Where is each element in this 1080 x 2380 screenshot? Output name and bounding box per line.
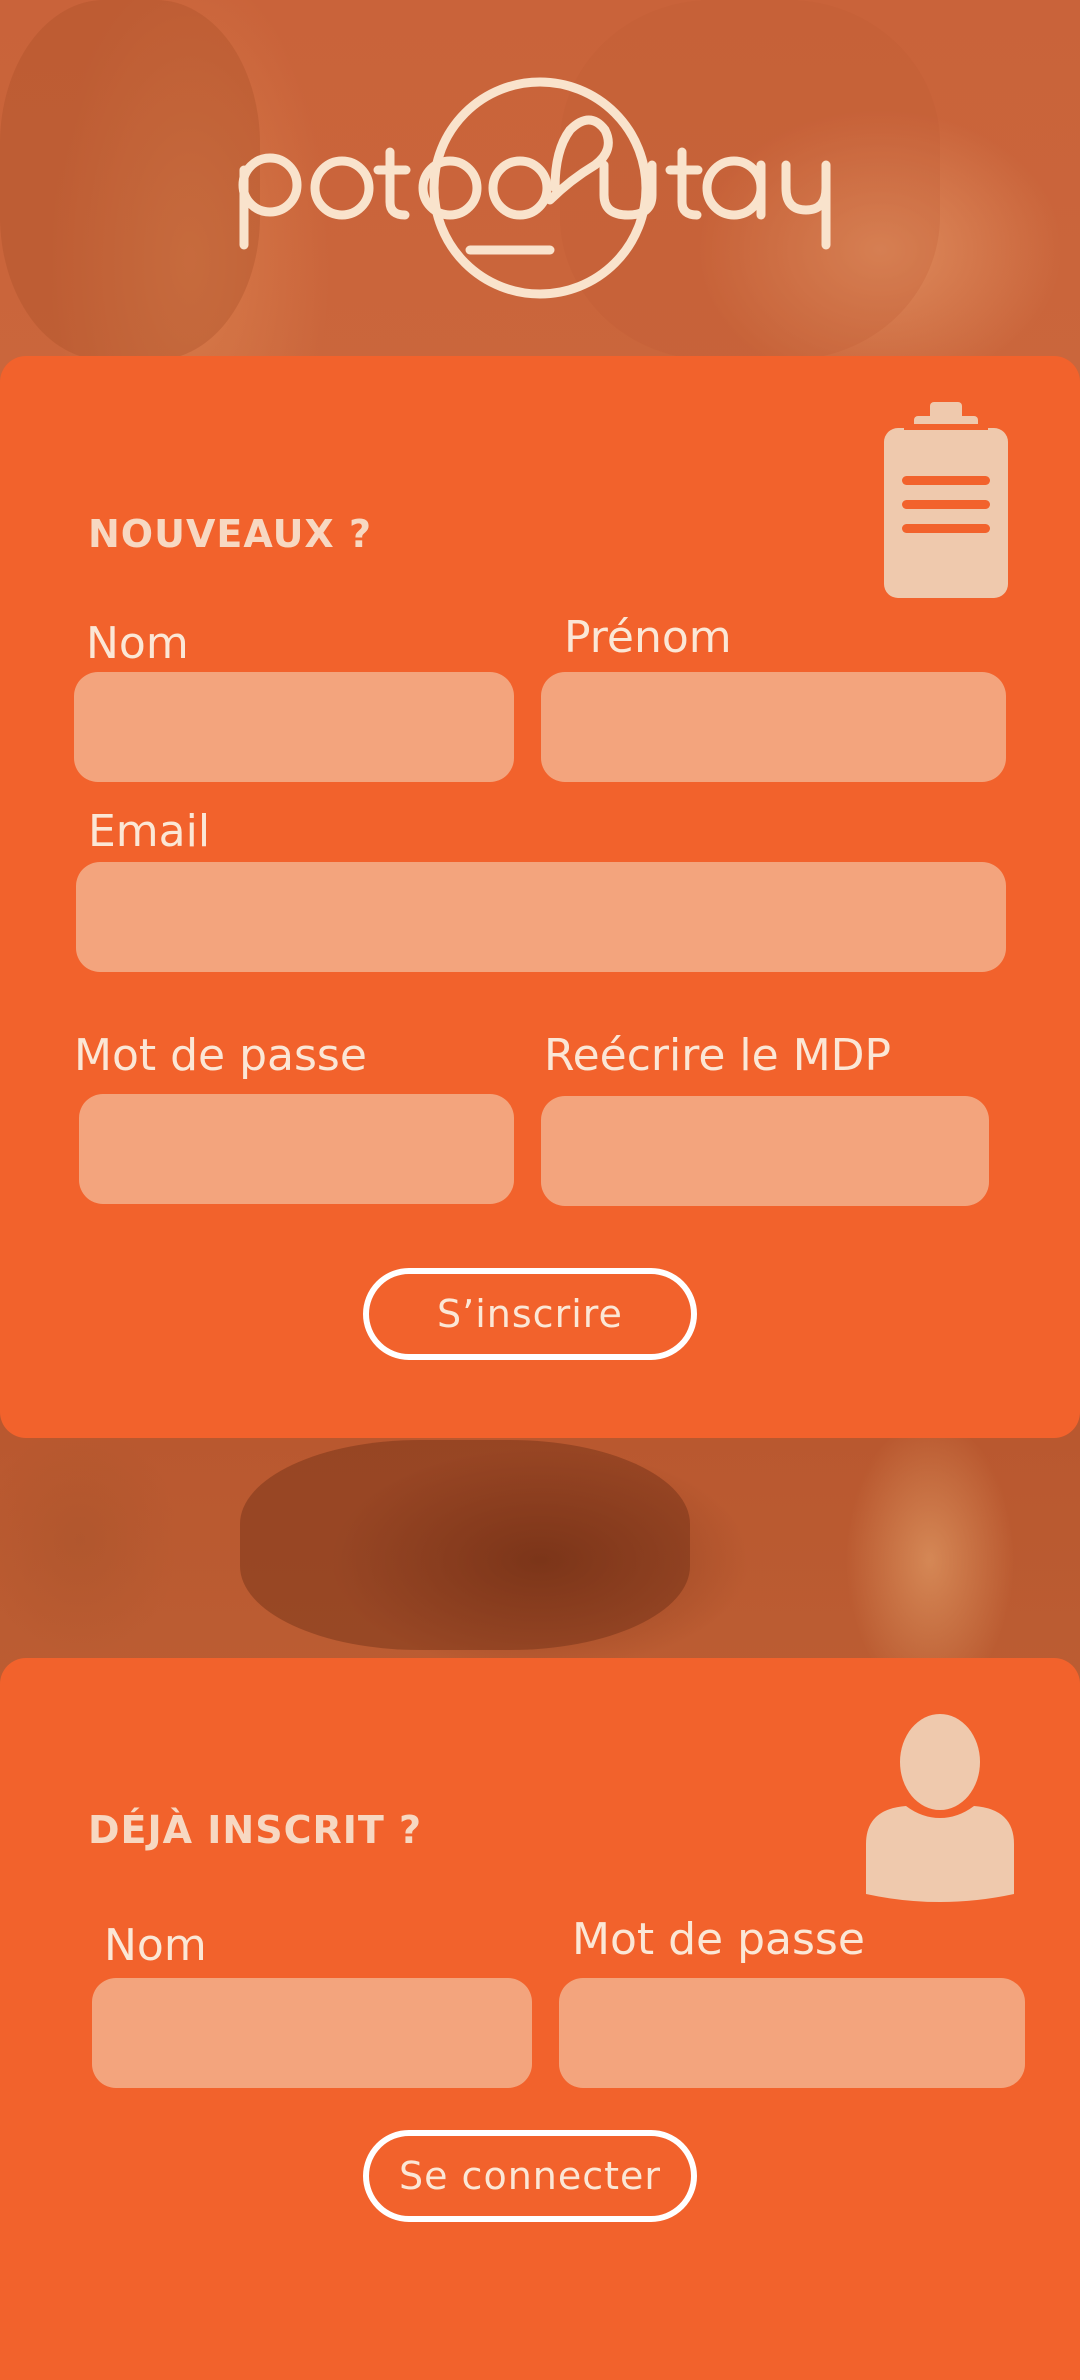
login-submit-button[interactable]: Se connecter xyxy=(363,2130,697,2222)
register-nom-label: Nom xyxy=(86,618,189,669)
login-card: DÉJÀ INSCRIT ? Nom Mot de passe Se conne… xyxy=(0,1658,1080,2380)
register-email-input[interactable] xyxy=(76,862,1006,972)
register-title: NOUVEAUX ? xyxy=(88,512,372,556)
login-password-input[interactable] xyxy=(559,1978,1025,2088)
register-password-label: Mot de passe xyxy=(74,1030,367,1081)
register-submit-button[interactable]: S’inscrire xyxy=(363,1268,697,1360)
login-nom-label: Nom xyxy=(104,1920,207,1971)
register-password-confirm-input[interactable] xyxy=(541,1096,989,1206)
brand-logo-graphic xyxy=(238,77,831,299)
register-prenom-input[interactable] xyxy=(541,672,1006,782)
register-nom-input[interactable] xyxy=(74,672,514,782)
register-email-label: Email xyxy=(88,806,211,857)
register-password-confirm-label: Reécrire le MDP xyxy=(544,1030,892,1081)
user-icon xyxy=(866,1714,1014,1902)
background-person-shadow xyxy=(240,1440,690,1650)
register-card: NOUVEAUX ? Nom Prénom Email Mot de passe… xyxy=(0,356,1080,1438)
register-password-input[interactable] xyxy=(79,1094,514,1204)
login-nom-input[interactable] xyxy=(92,1978,532,2088)
register-prenom-label: Prénom xyxy=(564,612,732,663)
clipboard-icon xyxy=(884,402,1008,598)
login-password-label: Mot de passe xyxy=(572,1914,865,1965)
brand-logo: potoroutay xyxy=(220,70,860,310)
login-title: DÉJÀ INSCRIT ? xyxy=(88,1808,423,1852)
